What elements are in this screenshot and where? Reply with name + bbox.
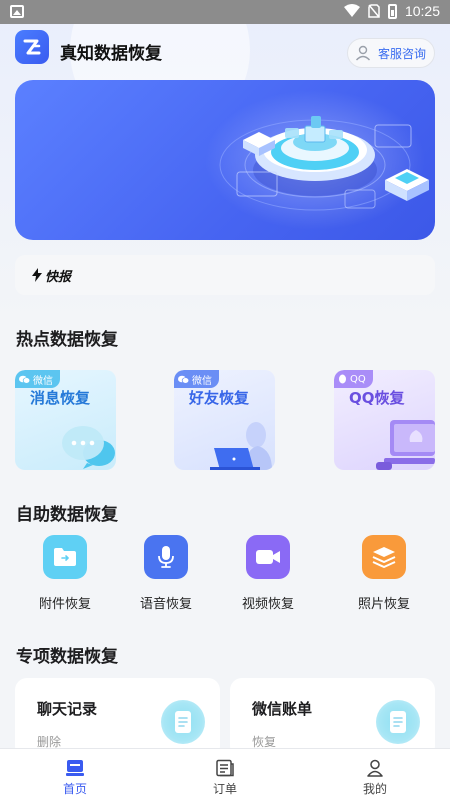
status-bar: 10:25 — [0, 0, 450, 24]
nav-label: 首页 — [62, 782, 87, 796]
folder-icon — [43, 535, 87, 579]
layers-icon — [362, 535, 406, 579]
nav-home[interactable]: 首页 — [0, 749, 150, 800]
app-header: 真知数据恢复 客服咨询 — [0, 24, 450, 78]
customer-service-label: 客服咨询 — [378, 46, 427, 61]
tool-label: 附件恢复 — [38, 597, 91, 612]
wifi-icon — [343, 4, 360, 17]
logo-mark-icon — [23, 39, 41, 55]
home-icon — [66, 760, 84, 776]
nav-label: 我的 — [362, 782, 387, 796]
special-card-title: 微信账单 — [252, 700, 313, 718]
status-time: 10:25 — [404, 3, 440, 19]
data-center-illustration — [205, 90, 429, 230]
tool-video-recovery[interactable]: 视频恢复 — [228, 535, 308, 612]
tool-voice-recovery[interactable]: 语音恢复 — [126, 535, 206, 612]
news-ticker[interactable]: 快报 — [15, 255, 435, 295]
customer-service-button[interactable]: 客服咨询 — [347, 38, 435, 68]
special-recovery-title: 专项数据恢复 — [16, 647, 118, 667]
document-icon — [161, 700, 205, 744]
profile-icon — [367, 759, 383, 777]
person-laptop-icon — [210, 422, 272, 470]
tool-label: 视频恢复 — [241, 597, 294, 612]
bottom-navigation: 首页 订单 我的 — [0, 748, 450, 800]
nav-orders[interactable]: 订单 — [150, 749, 300, 800]
tool-photo-recovery[interactable]: 照片恢复 — [344, 535, 424, 612]
special-card-chat-history[interactable]: 聊天记录 删除 — [15, 678, 220, 758]
tool-attachment-recovery[interactable]: 附件恢复 — [25, 535, 105, 612]
nav-label: 订单 — [212, 782, 237, 796]
customer-service-icon — [355, 45, 371, 61]
hot-card-friend-recovery[interactable]: 微信 好友恢复 — [174, 370, 275, 470]
lightning-icon — [32, 268, 42, 282]
news-label: 快报 — [45, 269, 72, 285]
self-service-title: 自助数据恢复 — [16, 505, 118, 525]
nav-profile[interactable]: 我的 — [300, 749, 450, 800]
hero-banner[interactable] — [15, 80, 435, 240]
special-card-wechat-bill[interactable]: 微信账单 恢复 — [230, 678, 435, 758]
battery-icon — [387, 3, 397, 19]
app-title: 真知数据恢复 — [60, 44, 162, 64]
hot-card-message-recovery[interactable]: 微信 消息恢复 — [15, 370, 116, 470]
computer-monitor-icon — [376, 420, 435, 470]
hot-recovery-title: 热点数据恢复 — [16, 330, 118, 350]
microphone-icon — [144, 535, 188, 579]
special-card-title: 聊天记录 — [37, 700, 98, 718]
tool-label: 照片恢复 — [357, 597, 410, 612]
document-icon — [376, 700, 420, 744]
chat-bubble-icon — [62, 426, 115, 469]
order-icon — [216, 759, 234, 777]
tool-label: 语音恢复 — [139, 597, 192, 612]
app-logo — [15, 30, 49, 64]
no-sim-icon — [368, 4, 380, 18]
hot-card-qq-recovery[interactable]: QQ QQ恢复 — [334, 370, 435, 470]
video-icon — [246, 535, 290, 579]
gallery-notification-icon — [10, 5, 24, 18]
